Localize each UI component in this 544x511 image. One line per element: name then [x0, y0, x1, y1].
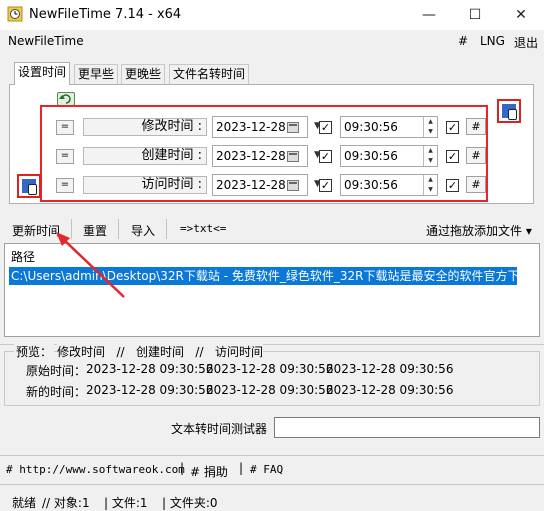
label-created-time: 创建时间 :	[83, 147, 207, 165]
checkbox-created-date[interactable]: ✓	[319, 150, 332, 163]
original-modified: 2023-12-28 09:30:56	[86, 362, 214, 376]
undo-icon[interactable]	[57, 92, 75, 106]
export-txt-button[interactable]: =>txt<=	[180, 222, 226, 235]
tab-earlier[interactable]: 更早些	[74, 64, 119, 84]
calendar-icon[interactable]	[287, 122, 299, 133]
time-value: 09:30:56	[344, 120, 398, 134]
time-field-created[interactable]: 09:30:56 ▲ ▼	[340, 145, 438, 167]
update-time-button[interactable]: 更新时间	[12, 222, 60, 239]
checkbox-created-time[interactable]: ✓	[446, 150, 459, 163]
maximize-button[interactable]: ☐	[452, 0, 498, 30]
website-link[interactable]: # http://www.softwareok.com	[6, 463, 185, 476]
converter-label: 文本转时间测试器	[171, 422, 268, 436]
toolbar-separator	[71, 219, 72, 239]
calendar-icon[interactable]	[287, 180, 299, 191]
divider	[0, 484, 544, 485]
new-modified: 2023-12-28 09:30:56	[86, 383, 214, 397]
date-picker-created[interactable]: 2023-12-28	[212, 145, 308, 167]
minimize-button[interactable]: —	[406, 0, 452, 30]
checkbox-modified-date[interactable]: ✓	[319, 121, 332, 134]
time-spinner[interactable]: ▲ ▼	[423, 175, 437, 195]
tab-set-time[interactable]: 设置时间	[14, 62, 71, 85]
menu-hash[interactable]: #	[458, 34, 468, 48]
date-picker-modified[interactable]: 2023-12-28	[212, 116, 308, 138]
date-value: 2023-12-28	[216, 120, 286, 134]
drag-hand-icon[interactable]	[497, 99, 521, 123]
checkbox-accessed-date[interactable]: ✓	[319, 179, 332, 192]
tab-later[interactable]: 更晚些	[121, 64, 166, 84]
date-picker-accessed[interactable]: 2023-12-28	[212, 174, 308, 196]
status-files: | 文件:1	[104, 496, 148, 510]
time-spinner[interactable]: ▲ ▼	[423, 146, 437, 166]
hash-button-modified[interactable]: #	[466, 118, 486, 135]
divider	[0, 455, 544, 456]
hash-button-accessed[interactable]: #	[466, 176, 486, 193]
new-created: 2023-12-28 09:30:56	[206, 383, 334, 397]
label-modified-time: 修改时间 :	[83, 118, 207, 136]
menu-language[interactable]: LNG	[480, 34, 505, 48]
equal-button-accessed[interactable]: =	[56, 178, 74, 193]
original-accessed: 2023-12-28 09:30:56	[326, 362, 454, 376]
original-time-label: 原始时间：	[26, 364, 87, 378]
menu-exit[interactable]: 退出	[514, 34, 538, 51]
window-title: NewFileTime 7.14 - x64	[29, 7, 182, 22]
checkbox-modified-time[interactable]: ✓	[446, 121, 459, 134]
new-time-label: 新的时间：	[26, 385, 87, 399]
drag-hand-icon[interactable]	[17, 174, 41, 198]
import-button[interactable]: 导入	[131, 222, 155, 239]
preview-label: 预览：	[14, 343, 55, 360]
donate-link[interactable]: # 捐助	[190, 463, 228, 480]
list-header-path[interactable]: 路径	[11, 248, 35, 265]
new-accessed: 2023-12-28 09:30:56	[326, 383, 454, 397]
toolbar-separator	[166, 219, 167, 239]
close-button[interactable]: ✕	[498, 0, 544, 30]
file-list[interactable]	[4, 243, 540, 337]
equal-button-created[interactable]: =	[56, 149, 74, 164]
drag-add-files-dropdown[interactable]: 通过拖放添加文件 ▾	[426, 222, 532, 239]
status-ready: 就绪	[12, 496, 37, 510]
time-field-accessed[interactable]: 09:30:56 ▲ ▼	[340, 174, 438, 196]
status-objects: // 对象:1	[42, 496, 90, 510]
app-icon	[7, 6, 23, 22]
equal-button-modified[interactable]: =	[56, 120, 74, 135]
preview-columns: 修改时间 // 创建时间 // 访问时间	[57, 343, 263, 360]
time-field-modified[interactable]: 09:30:56 ▲ ▼	[340, 116, 438, 138]
converter-input[interactable]	[274, 417, 540, 438]
toolbar-separator	[118, 219, 119, 239]
time-value: 09:30:56	[344, 149, 398, 163]
reset-button[interactable]: 重置	[83, 222, 107, 239]
date-value: 2023-12-28	[216, 149, 286, 163]
status-folders: | 文件夹:0	[162, 496, 218, 510]
label-accessed-time: 访问时间 :	[83, 176, 207, 194]
menu-app-name[interactable]: NewFileTime	[8, 34, 84, 48]
footer-separator: |	[239, 461, 244, 475]
date-value: 2023-12-28	[216, 178, 286, 192]
tab-filename-to-time[interactable]: 文件名转时间	[169, 64, 250, 84]
time-value: 09:30:56	[344, 178, 398, 192]
calendar-icon[interactable]	[287, 151, 299, 162]
time-spinner[interactable]: ▲ ▼	[423, 117, 437, 137]
list-item[interactable]: C:\Users\admin\Desktop\32R下载站 - 免费软件_绿色软…	[9, 267, 517, 285]
footer-separator: |	[180, 461, 185, 475]
original-created: 2023-12-28 09:30:56	[206, 362, 334, 376]
faq-link[interactable]: # FAQ	[250, 463, 283, 476]
hash-button-created[interactable]: #	[466, 147, 486, 164]
checkbox-accessed-time[interactable]: ✓	[446, 179, 459, 192]
